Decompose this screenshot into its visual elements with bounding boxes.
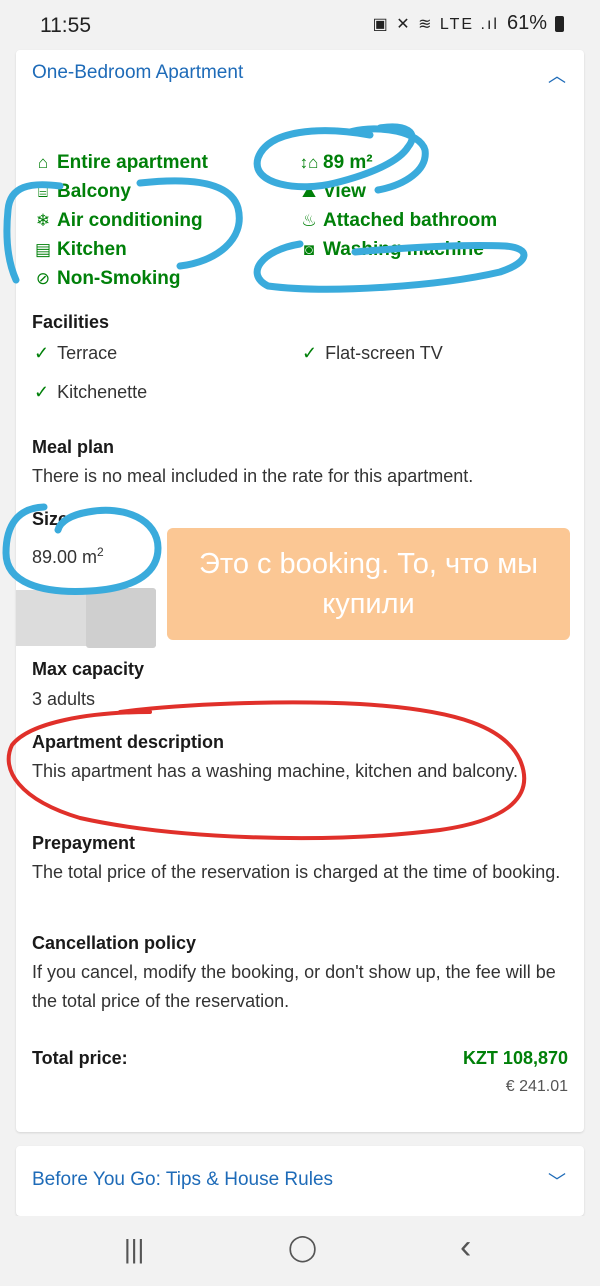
check-icon: ✓ (302, 343, 318, 363)
prepayment-text: The total price of the reservation is ch… (32, 862, 561, 882)
check-icon: ✓ (34, 382, 50, 402)
before-you-go-card[interactable]: Before You Go: Tips & House Rules ﹀ (16, 1146, 584, 1216)
check-icon: ✓ (34, 343, 50, 363)
amenity-entire-apartment: ⌂ Entire apartment (32, 152, 208, 174)
cancellation-heading: Cancellation policy (32, 933, 197, 953)
snowflake-icon: ❄ (35, 211, 51, 230)
kitchen-icon: ▤ (34, 240, 52, 259)
before-you-go-title[interactable]: Before You Go: Tips & House Rules (32, 1169, 333, 1191)
meal-plan-text: There is no meal included in the rate fo… (32, 466, 474, 486)
status-time: 11:55 (40, 14, 91, 37)
redacted-block (86, 588, 156, 648)
facility-item: ✓ Terrace (34, 343, 118, 363)
recent-apps-button[interactable]: ||| (124, 1234, 144, 1265)
max-capacity-text: 3 adults (32, 689, 96, 709)
description-heading: Apartment description (32, 732, 225, 752)
amenity-view: ⛰ View (298, 181, 366, 203)
balcony-icon: ⌸ (37, 182, 49, 201)
overlay-note: Это с booking. То, что мы купили (167, 528, 570, 640)
home-icon: ⌂ (37, 153, 49, 172)
chevron-up-icon[interactable]: ︿ (548, 62, 566, 88)
amenity-area: ↕⌂ 89 m² (299, 152, 373, 173)
facility-item: ✓ Flat-screen TV (302, 343, 443, 363)
meal-plan-heading: Meal plan (32, 437, 115, 457)
back-button[interactable]: ‹ (460, 1228, 471, 1267)
amenity-washing-machine: ◙ Washing machine (298, 239, 484, 261)
no-smoking-icon: ⊘ (35, 269, 51, 288)
room-title[interactable]: One-Bedroom Apartment (32, 62, 243, 84)
status-icons: ▣ ✕ ≋ LTE .ıl (372, 15, 499, 33)
area-icon: ↕⌂ (299, 153, 319, 172)
status-bar: 11:55 ▣ ✕ ≋ LTE .ıl 61% (0, 0, 600, 50)
home-button[interactable]: ◯ (288, 1232, 317, 1263)
amenity-kitchen: ▤ Kitchen (32, 239, 127, 261)
max-capacity-heading: Max capacity (32, 659, 145, 679)
amenity-non-smoking: ⊘ Non-Smoking (32, 268, 181, 290)
facility-item: ✓ Kitchenette (34, 382, 148, 402)
chevron-down-icon[interactable]: ﹀ (548, 1168, 566, 1194)
size-heading: Size (32, 509, 69, 529)
description-text: This apartment has a washing machine, ki… (32, 761, 518, 781)
status-icons-group: ▣ ✕ ≋ LTE .ıl 61% (373, 12, 564, 35)
shower-icon: ♨ (301, 211, 317, 230)
mountain-icon: ⛰ (301, 182, 317, 201)
prepayment-heading: Prepayment (32, 833, 136, 853)
cancellation-text: If you cancel, modify the booking, or do… (32, 962, 556, 1011)
battery-level: 61% (506, 12, 547, 34)
amenity-balcony: ⌸ Balcony (32, 181, 131, 203)
amenity-attached-bathroom: ♨ Attached bathroom (298, 210, 497, 232)
amenity-air-conditioning: ❄ Air conditioning (32, 210, 203, 232)
size-value: 89.00 m2 (32, 545, 104, 567)
washing-machine-icon: ◙ (303, 240, 315, 259)
system-navigation-bar: ||| ◯ ‹ (0, 1216, 600, 1286)
total-price-eur: € 241.01 (505, 1078, 568, 1095)
facilities-heading: Facilities (32, 312, 110, 332)
battery-icon (555, 15, 564, 32)
total-price-kzt: KZT 108,870 (462, 1048, 568, 1068)
total-price-label: Total price: (32, 1048, 128, 1068)
